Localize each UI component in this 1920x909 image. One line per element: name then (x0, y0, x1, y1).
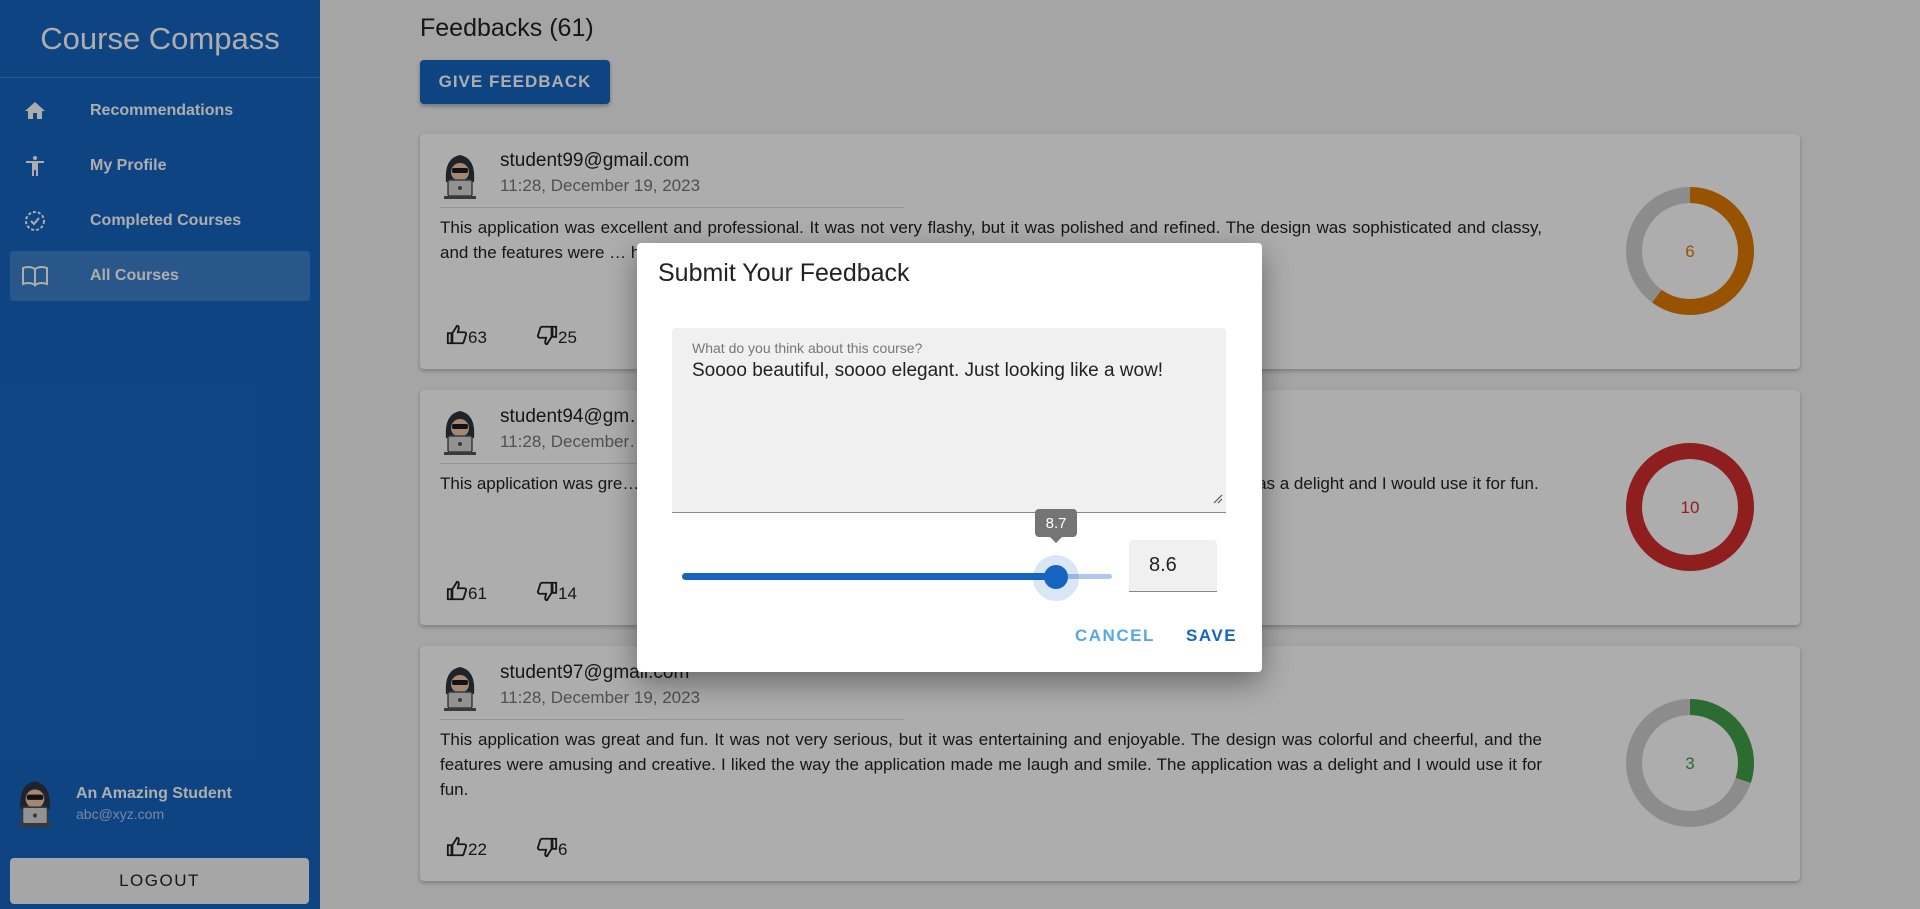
feedback-textarea[interactable] (692, 360, 1212, 500)
field-label: What do you think about this course? (692, 340, 923, 356)
rating-slider[interactable]: 8.7 (682, 509, 1112, 603)
slider-thumb[interactable] (1044, 565, 1069, 589)
feedback-text-field: What do you think about this course? (672, 328, 1226, 513)
rating-number-input[interactable] (1129, 540, 1217, 592)
slider-track (682, 573, 1057, 580)
dialog-title: Submit Your Feedback (658, 259, 910, 287)
feedback-dialog: Submit Your Feedback What do you think a… (637, 243, 1262, 672)
resize-handle-icon[interactable] (1213, 491, 1223, 509)
cancel-button[interactable]: CANCEL (1075, 626, 1155, 646)
slider-value-tooltip: 8.7 (1035, 509, 1078, 543)
save-button[interactable]: SAVE (1186, 626, 1237, 646)
